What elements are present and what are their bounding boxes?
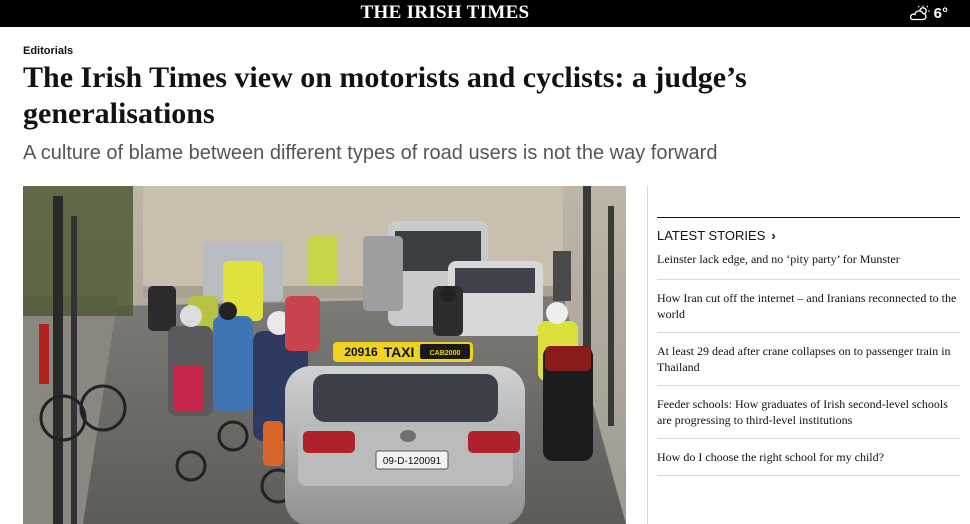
story-item[interactable]: How Iran cut off the internet – and Iran… [657, 280, 960, 333]
number-plate: 09-D-120091 [383, 456, 442, 467]
latest-stories-link[interactable]: LATEST STORIES › [657, 218, 960, 245]
lead-photo-illustration: 20916 TAXI CAB2000 09-D-120091 [23, 186, 626, 524]
latest-stories-panel: LATEST STORIES › Leinster lack edge, and… [657, 217, 960, 476]
story-item[interactable]: Leinster lack edge, and no ‘pity party’ … [657, 245, 960, 280]
column-divider [647, 186, 648, 524]
weather-temperature: 6° [933, 4, 948, 22]
story-item[interactable]: At least 29 dead after crane collapses o… [657, 333, 960, 386]
masthead-logo[interactable]: THE IRISH TIMES [0, 0, 890, 27]
story-item[interactable]: How do I choose the right school for my … [657, 439, 960, 476]
latest-stories-heading: LATEST STORIES [657, 227, 766, 243]
weather-widget[interactable]: 6° [909, 3, 948, 23]
story-item[interactable]: Feeder schools: How graduates of Irish s… [657, 386, 960, 439]
taxi-sign-number: 20916 [344, 345, 378, 359]
chevron-right-icon: › [771, 227, 776, 243]
lead-photo[interactable]: 20916 TAXI CAB2000 09-D-120091 [23, 186, 626, 524]
partly-cloudy-icon [909, 5, 931, 21]
section-tag-editorials[interactable]: Editorials [23, 45, 73, 57]
top-bar: THE IRISH TIMES 6° [0, 0, 970, 27]
taxi-sign-word: TAXI [384, 344, 415, 360]
latest-stories-list: Leinster lack edge, and no ‘pity party’ … [657, 245, 960, 476]
taxi-sign-badge: CAB2000 [430, 350, 461, 357]
article-headline: The Irish Times view on motorists and cy… [23, 60, 903, 132]
headline-line-1: The Irish Times view on motorists and cy… [23, 61, 747, 94]
article-standfirst: A culture of blame between different typ… [23, 142, 718, 164]
headline-line-2: generalisations [23, 97, 215, 130]
